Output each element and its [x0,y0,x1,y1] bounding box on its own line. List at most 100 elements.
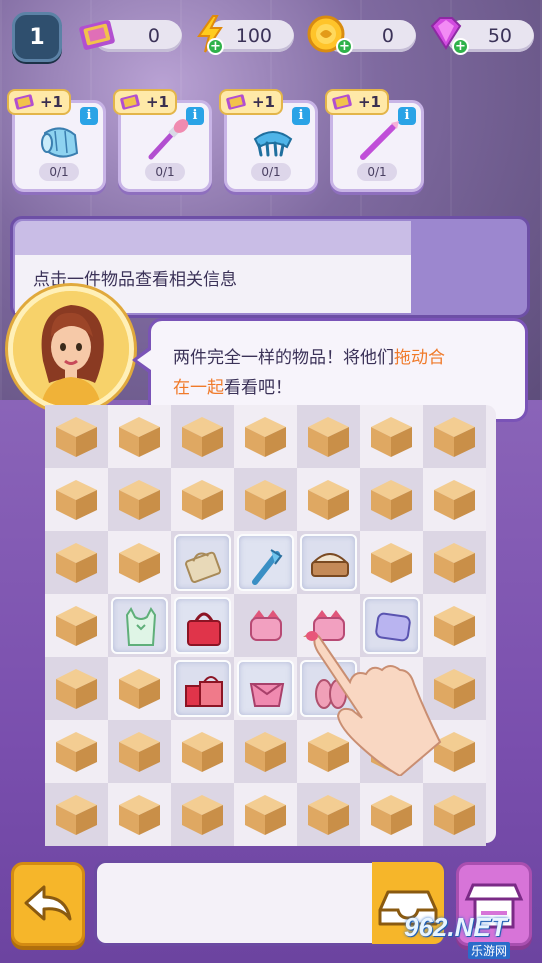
board-cell[interactable] [45,783,108,846]
cardboard-box-icon [308,480,349,520]
shopping-bag-icon [185,676,223,707]
order-progress: 0/1 [357,163,397,181]
cardboard-box-icon [245,795,286,835]
board-cell[interactable] [297,405,360,468]
board-cell[interactable] [108,720,171,783]
board-cell[interactable] [360,531,423,594]
cardboard-box-icon [182,480,223,520]
cardboard-box-icon [371,543,412,583]
cardboard-box-icon [371,795,412,835]
bubbled-item [237,534,294,591]
board-cell[interactable] [234,720,297,783]
board-cell[interactable] [108,783,171,846]
board-cell[interactable] [171,531,234,594]
board-cell[interactable] [234,657,297,720]
eyebrow-pencil-icon [360,121,399,160]
board-cell[interactable] [171,783,234,846]
board-cell[interactable] [297,531,360,594]
bubbled-item [300,534,357,591]
board-cell[interactable] [423,531,486,594]
cardboard-box-icon [119,669,160,709]
tickets-value: 0 [147,25,160,47]
cardboard-box-icon [56,732,97,772]
order-card[interactable]: +1 i 0/1 [219,89,318,192]
board-cell[interactable] [360,468,423,531]
cardboard-box-icon [371,417,412,457]
hair-clip-icon [253,131,293,157]
cardboard-box-icon [434,543,475,583]
add-energy-button[interactable]: + [207,38,224,55]
cardboard-box-icon [119,480,160,520]
board-cell[interactable] [234,594,297,657]
tutorial-text: 看看吧！ [224,378,292,398]
board-cell[interactable] [360,783,423,846]
board-cell[interactable] [108,594,171,657]
level-badge[interactable]: 1 [12,12,62,62]
board-cell[interactable] [423,783,486,846]
watermark-logo: 962.NET [404,912,507,942]
board-cell[interactable] [234,531,297,594]
hair-clip-pink-icon [250,610,282,641]
board-cell[interactable] [45,468,108,531]
cardboard-box-icon [119,543,160,583]
tutorial-highlight: 在一起 [173,378,224,398]
cardboard-box-icon [434,480,475,520]
board-cell[interactable] [171,657,234,720]
board-cell[interactable] [45,657,108,720]
pouch-icon [249,683,285,707]
order-reward: +1 [325,89,389,115]
back-button[interactable] [11,862,85,946]
bubbled-item [174,597,231,654]
energy-value: 100 [235,25,272,47]
order-progress: 0/1 [251,163,291,181]
board-cell[interactable] [108,405,171,468]
cardboard-box-icon [308,417,349,457]
board-cell[interactable] [45,405,108,468]
board-cell[interactable] [297,468,360,531]
board-cell[interactable] [171,594,234,657]
makeup-brush-icon [148,119,189,160]
board-cell[interactable] [234,783,297,846]
order-progress: 0/1 [39,163,79,181]
order-card[interactable]: +1 i 0/1 [113,89,212,192]
cardboard-box-icon [371,480,412,520]
board-cell[interactable] [234,405,297,468]
cardboard-box-icon [245,417,286,457]
board-cell[interactable] [45,720,108,783]
add-gems-button[interactable]: + [452,38,469,55]
ticket-icon [76,12,120,56]
ticket-icon [120,94,140,110]
cardboard-box-icon [182,732,223,772]
cardboard-box-icon [119,732,160,772]
cardboard-box-icon [56,795,97,835]
watermark-text: 乐游网 [468,942,511,959]
board-cell[interactable] [297,783,360,846]
board-cell[interactable] [360,405,423,468]
board-cell[interactable] [171,468,234,531]
board-cell[interactable] [423,468,486,531]
gems-value: 50 [487,25,512,47]
board-cell[interactable] [108,657,171,720]
board-cell[interactable] [171,405,234,468]
cardboard-box-icon [182,417,223,457]
cardboard-box-icon [182,795,223,835]
board-cell[interactable] [171,720,234,783]
coins-value: 0 [381,25,394,47]
board-cell[interactable] [108,531,171,594]
ticket-icon [332,94,352,110]
board-cell[interactable] [108,468,171,531]
bubbled-item [111,597,168,654]
cardboard-box-icon [56,417,97,457]
order-card[interactable]: +1 i 0/1 [325,89,424,192]
order-card[interactable]: +1 i 0/1 [7,89,106,192]
hair-clip-icon [252,549,283,585]
order-reward: +1 [113,89,177,115]
cardboard-box-icon [434,795,475,835]
board-cell[interactable] [234,468,297,531]
pointing-hand-icon [302,631,442,776]
board-cell[interactable] [423,405,486,468]
board-cell[interactable] [45,531,108,594]
add-coins-button[interactable]: + [336,38,353,55]
board-cell[interactable] [45,594,108,657]
resource-bar: 1 0 100 + 0 + 50 + [0,0,542,72]
